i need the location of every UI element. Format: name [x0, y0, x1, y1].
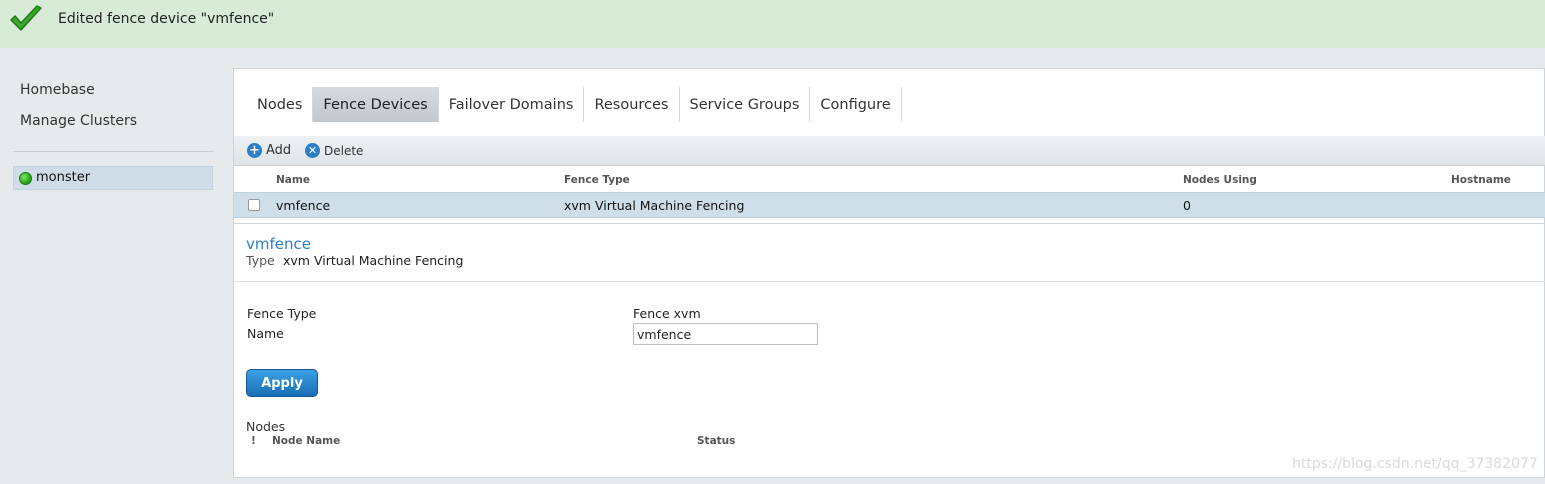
cell-fence-type: xvm Virtual Machine Fencing — [564, 198, 745, 213]
delete-button-label: Delete — [324, 143, 364, 158]
column-header-node-name[interactable]: Node Name — [272, 435, 340, 447]
column-header-name[interactable]: Name — [276, 174, 310, 186]
add-button-label: Add — [266, 143, 292, 158]
toolbar: + Add ✕ Delete — [234, 136, 1545, 166]
tab-failover-domains[interactable]: Failover Domains — [439, 87, 585, 122]
add-button[interactable]: + Add — [247, 143, 291, 158]
detail-title: vmfence — [246, 235, 311, 253]
detail-type-label: Type — [246, 253, 275, 268]
name-input[interactable] — [633, 323, 818, 345]
delete-x-icon: ✕ — [305, 143, 320, 158]
status-dot-icon — [19, 172, 32, 185]
tab-nodes[interactable]: Nodes — [247, 87, 314, 122]
tab-service-groups[interactable]: Service Groups — [680, 87, 811, 122]
column-header-flag[interactable]: ! — [251, 435, 256, 447]
notification-bar: Edited fence device "vmfence" — [0, 0, 1545, 48]
sidebar-link-manage-clusters[interactable]: Manage Clusters — [20, 113, 137, 129]
column-header-nodes-using[interactable]: Nodes Using — [1183, 174, 1257, 186]
divider — [234, 281, 1545, 282]
column-header-status[interactable]: Status — [697, 435, 735, 447]
sidebar-link-homebase[interactable]: Homebase — [20, 82, 95, 98]
plus-icon: + — [247, 143, 262, 158]
tab-resources[interactable]: Resources — [584, 87, 680, 122]
row-checkbox[interactable] — [248, 199, 260, 211]
divider — [234, 223, 1545, 224]
watermark: https://blog.csdn.net/qq_37382077 — [1292, 456, 1538, 472]
sidebar: Homebase Manage Clusters monster — [0, 48, 232, 484]
tab-configure[interactable]: Configure — [810, 87, 902, 122]
fence-type-label: Fence Type — [247, 306, 317, 321]
notification-message: Edited fence device "vmfence" — [58, 11, 275, 27]
cell-nodes-using: 0 — [1183, 198, 1191, 213]
nodes-section-label: Nodes — [246, 419, 286, 434]
apply-button[interactable]: Apply — [246, 369, 318, 397]
table-row[interactable]: vmfence xvm Virtual Machine Fencing 0 — [234, 192, 1545, 218]
main-panel: Nodes Fence Devices Failover Domains Res… — [233, 68, 1545, 478]
column-header-hostname[interactable]: Hostname — [1451, 174, 1511, 186]
sidebar-divider — [13, 151, 213, 152]
detail-type-value: xvm Virtual Machine Fencing — [283, 253, 464, 268]
cluster-label: monster — [36, 170, 91, 185]
check-icon — [10, 5, 42, 31]
table-header: Name Fence Type Nodes Using Hostname — [234, 168, 1545, 192]
tab-bar: Nodes Fence Devices Failover Domains Res… — [247, 87, 902, 122]
delete-button[interactable]: ✕ Delete — [305, 143, 363, 158]
sidebar-cluster-monster[interactable]: monster — [13, 166, 213, 190]
fence-type-value: Fence xvm — [633, 306, 701, 321]
name-label: Name — [247, 326, 284, 341]
cell-name: vmfence — [276, 198, 331, 213]
column-header-fence-type[interactable]: Fence Type — [564, 174, 630, 186]
tab-fence-devices[interactable]: Fence Devices — [313, 87, 439, 122]
